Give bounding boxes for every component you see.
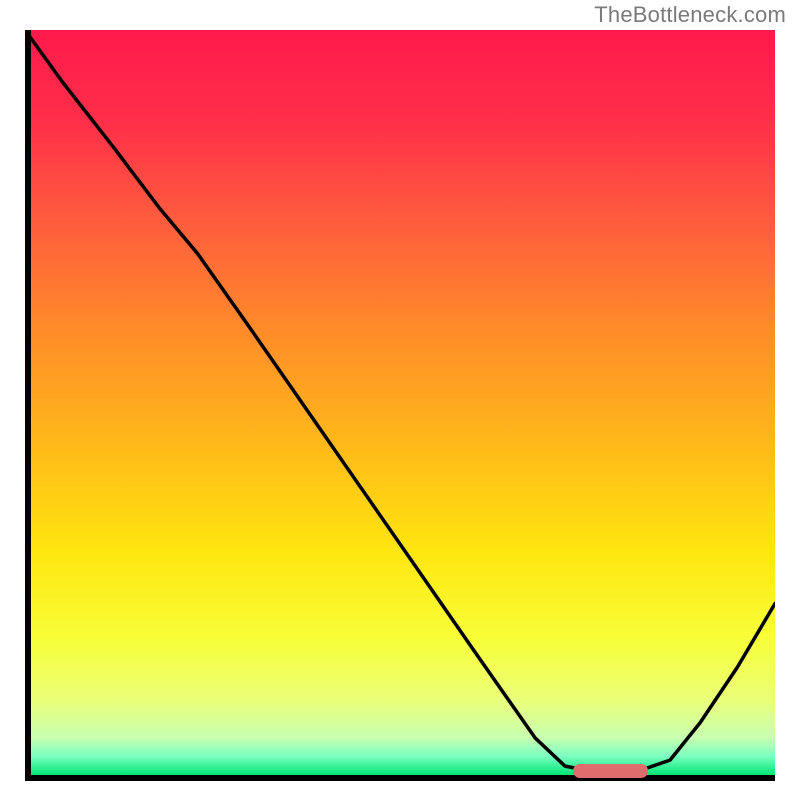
chart-container: TheBottleneck.com (0, 0, 800, 800)
x-axis (25, 775, 775, 781)
optimal-range-marker (573, 764, 648, 778)
y-axis (25, 30, 31, 775)
chart-svg (25, 30, 775, 775)
gradient-background (25, 30, 775, 775)
watermark-text: TheBottleneck.com (594, 2, 786, 28)
